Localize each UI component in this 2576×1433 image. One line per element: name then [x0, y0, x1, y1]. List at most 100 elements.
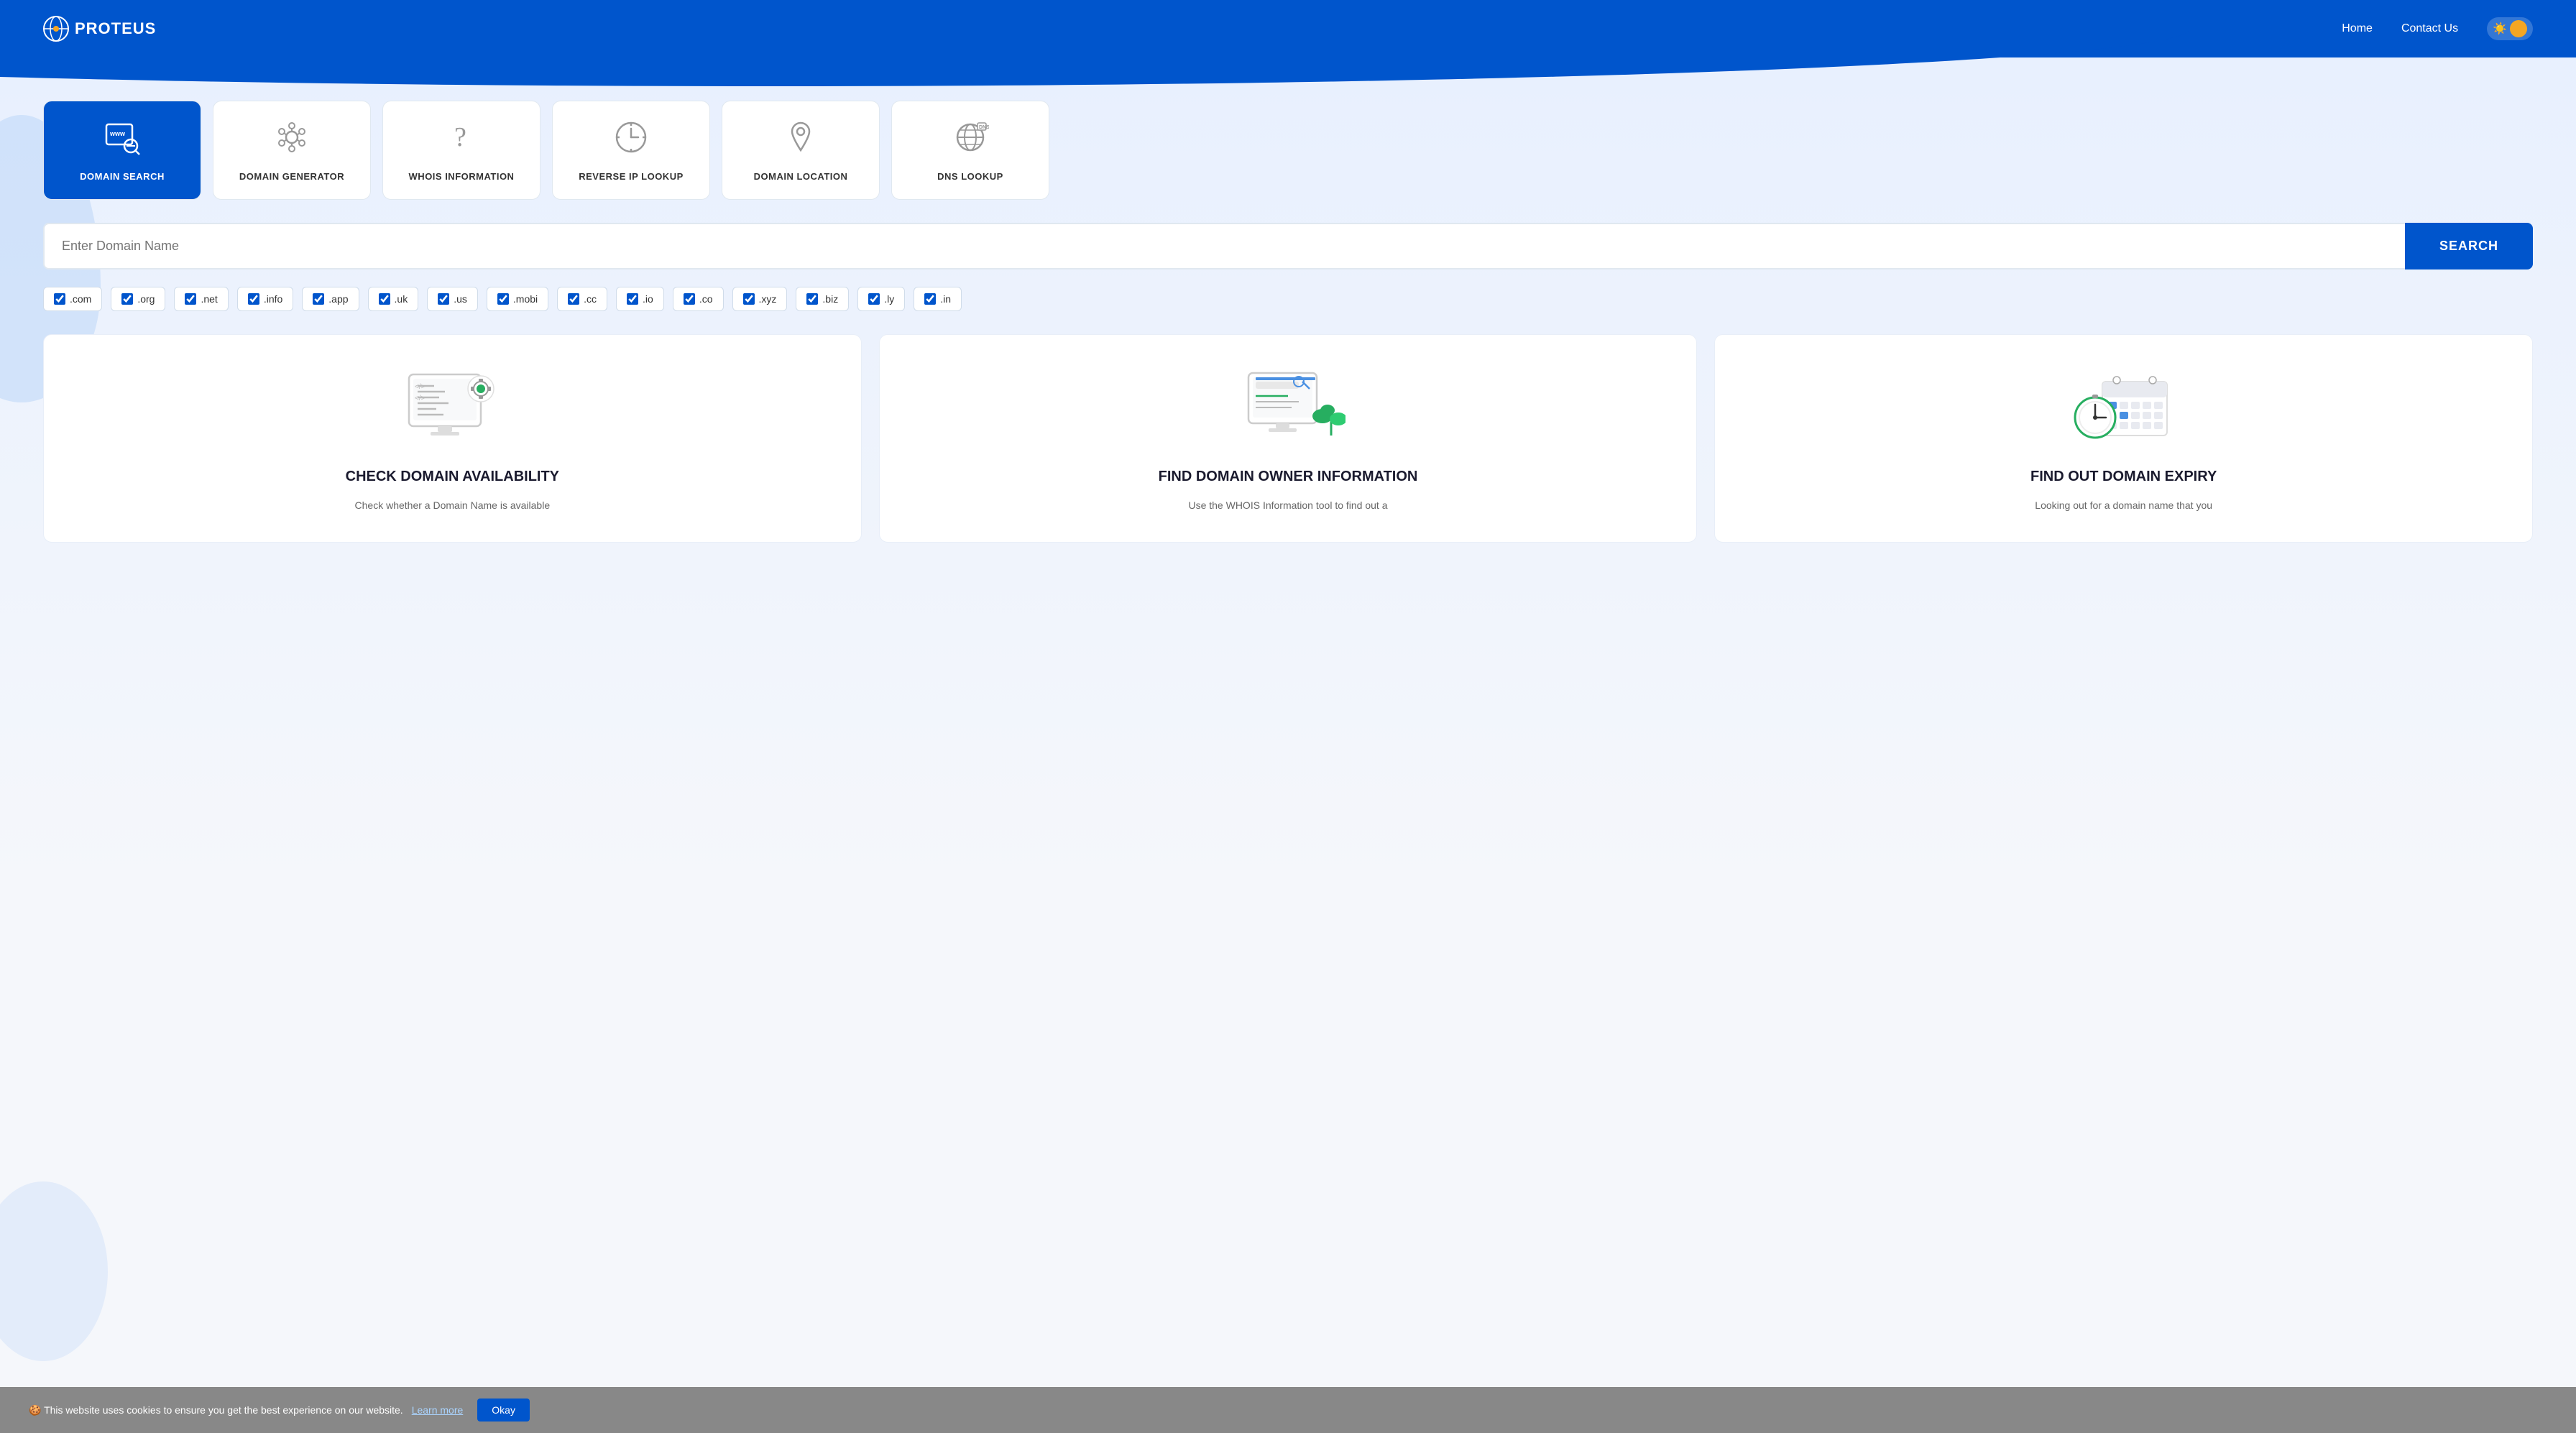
tool-domain-search[interactable]: www DOMAIN SEARCH — [43, 101, 201, 200]
tld-item[interactable]: .uk — [368, 287, 419, 311]
tld-label: .mobi — [513, 293, 538, 305]
tld-label: .net — [201, 293, 217, 305]
tld-item[interactable]: .in — [914, 287, 962, 311]
logo: PROTEUS — [43, 16, 156, 42]
feature-find-owner-desc: Use the WHOIS Information tool to find o… — [903, 497, 1674, 513]
nav-home[interactable]: Home — [2342, 22, 2373, 35]
tld-label: .ly — [884, 293, 894, 305]
tld-item[interactable]: .net — [174, 287, 228, 311]
tld-checkbox[interactable] — [379, 293, 390, 305]
header: PROTEUS Home Contact Us ☀️ — [0, 0, 2576, 57]
tool-whois[interactable]: ? WHOIS INFORMATION — [382, 101, 540, 200]
www-search-icon: www — [104, 119, 141, 162]
feature-check-domain: </> </> CHECK — [43, 334, 862, 543]
tld-checkbox[interactable] — [497, 293, 509, 305]
tld-label: .org — [137, 293, 155, 305]
tld-label: .uk — [395, 293, 408, 305]
tld-checkbox[interactable] — [185, 293, 196, 305]
gear-network-icon — [273, 119, 310, 162]
logo-icon — [43, 16, 69, 42]
tld-row: .com .org .net .info .app .uk .us .mobi .cc .io .c… — [43, 287, 2533, 311]
tld-label: .xyz — [759, 293, 777, 305]
tld-item[interactable]: .app — [302, 287, 359, 311]
tool-domain-location[interactable]: DOMAIN LOCATION — [722, 101, 880, 200]
svg-text:www: www — [109, 130, 126, 137]
feature-check-domain-image: </> </> — [67, 364, 838, 450]
tld-label: .in — [940, 293, 951, 305]
tld-label: .cc — [584, 293, 597, 305]
tld-checkbox[interactable] — [684, 293, 695, 305]
clock-icon — [612, 119, 650, 162]
feature-find-expiry-desc: Looking out for a domain name that you — [1738, 497, 2509, 513]
tld-label: .io — [643, 293, 653, 305]
feature-find-expiry-image — [1738, 364, 2509, 450]
main-content: www DOMAIN SEARCH — [0, 57, 2576, 1433]
tld-label: .info — [264, 293, 282, 305]
tld-item[interactable]: .org — [111, 287, 165, 311]
tld-item[interactable]: .io — [616, 287, 664, 311]
cookie-banner: 🍪 This website uses cookies to ensure yo… — [0, 1387, 2576, 1433]
tld-item[interactable]: .xyz — [732, 287, 788, 311]
tld-checkbox[interactable] — [54, 293, 65, 305]
search-input[interactable] — [43, 223, 2405, 269]
tool-whois-label: WHOIS INFORMATION — [409, 171, 515, 182]
tld-label: .com — [70, 293, 91, 305]
tool-reverse-ip-label: REVERSE IP LOOKUP — [579, 171, 684, 182]
tld-item[interactable]: .com — [43, 287, 102, 311]
tld-checkbox[interactable] — [248, 293, 259, 305]
sun-icon: ☀️ — [2493, 22, 2507, 36]
location-pin-icon — [782, 119, 819, 162]
tld-checkbox[interactable] — [438, 293, 449, 305]
svg-text:DNS: DNS — [979, 125, 989, 130]
tld-item[interactable]: .us — [427, 287, 478, 311]
tld-item[interactable]: .mobi — [487, 287, 548, 311]
feature-check-domain-desc: Check whether a Domain Name is available — [67, 497, 838, 513]
question-icon: ? — [443, 119, 480, 162]
features-grid: </> </> CHECK — [43, 334, 2533, 543]
tld-item[interactable]: .biz — [796, 287, 849, 311]
feature-find-expiry: FIND OUT DOMAIN EXPIRY Looking out for a… — [1714, 334, 2533, 543]
tld-checkbox[interactable] — [924, 293, 936, 305]
svg-text:</>: </> — [415, 383, 426, 391]
tld-checkbox[interactable] — [868, 293, 880, 305]
svg-text:?: ? — [454, 122, 466, 152]
tool-dns-lookup[interactable]: DNS DNS LOOKUP — [891, 101, 1049, 200]
tool-domain-location-label: DOMAIN LOCATION — [754, 171, 848, 182]
tld-checkbox[interactable] — [121, 293, 133, 305]
feature-check-domain-title: CHECK DOMAIN AVAILABILITY — [67, 467, 838, 486]
tool-domain-generator[interactable]: DOMAIN GENERATOR — [213, 101, 371, 200]
dns-globe-icon: DNS — [952, 119, 989, 162]
logo-text: PROTEUS — [75, 19, 156, 38]
cookie-learn-more[interactable]: Learn more — [412, 1404, 464, 1416]
tld-checkbox[interactable] — [806, 293, 818, 305]
tld-checkbox[interactable] — [743, 293, 755, 305]
tool-domain-search-label: DOMAIN SEARCH — [80, 171, 165, 182]
search-button[interactable]: SEARCH — [2405, 223, 2533, 269]
search-section: SEARCH — [43, 223, 2533, 269]
tld-item[interactable]: .cc — [557, 287, 607, 311]
nav-contact[interactable]: Contact Us — [2401, 22, 2458, 35]
tld-checkbox[interactable] — [627, 293, 638, 305]
tools-grid: www DOMAIN SEARCH — [43, 101, 2533, 200]
feature-find-owner-title: FIND DOMAIN OWNER INFORMATION — [903, 467, 1674, 486]
tld-label: .app — [328, 293, 348, 305]
tld-label: .biz — [822, 293, 838, 305]
tld-item[interactable]: .co — [673, 287, 724, 311]
cookie-okay-button[interactable]: Okay — [477, 1399, 530, 1422]
tld-item[interactable]: .info — [237, 287, 293, 311]
svg-text:</>: </> — [415, 395, 426, 402]
blob-bottom-left — [0, 1181, 108, 1361]
tool-dns-lookup-label: DNS LOOKUP — [937, 171, 1003, 182]
toggle-knob — [2510, 20, 2527, 37]
feature-find-expiry-title: FIND OUT DOMAIN EXPIRY — [1738, 467, 2509, 486]
theme-toggle[interactable]: ☀️ — [2487, 17, 2533, 40]
tld-item[interactable]: .ly — [857, 287, 905, 311]
main-nav: Home Contact Us ☀️ — [2342, 17, 2533, 40]
tld-checkbox[interactable] — [568, 293, 579, 305]
tool-reverse-ip[interactable]: REVERSE IP LOOKUP — [552, 101, 710, 200]
tld-label: .us — [454, 293, 467, 305]
tld-checkbox[interactable] — [313, 293, 324, 305]
cookie-message: 🍪 This website uses cookies to ensure yo… — [29, 1404, 403, 1416]
tool-domain-generator-label: DOMAIN GENERATOR — [239, 171, 344, 182]
tld-label: .co — [699, 293, 713, 305]
